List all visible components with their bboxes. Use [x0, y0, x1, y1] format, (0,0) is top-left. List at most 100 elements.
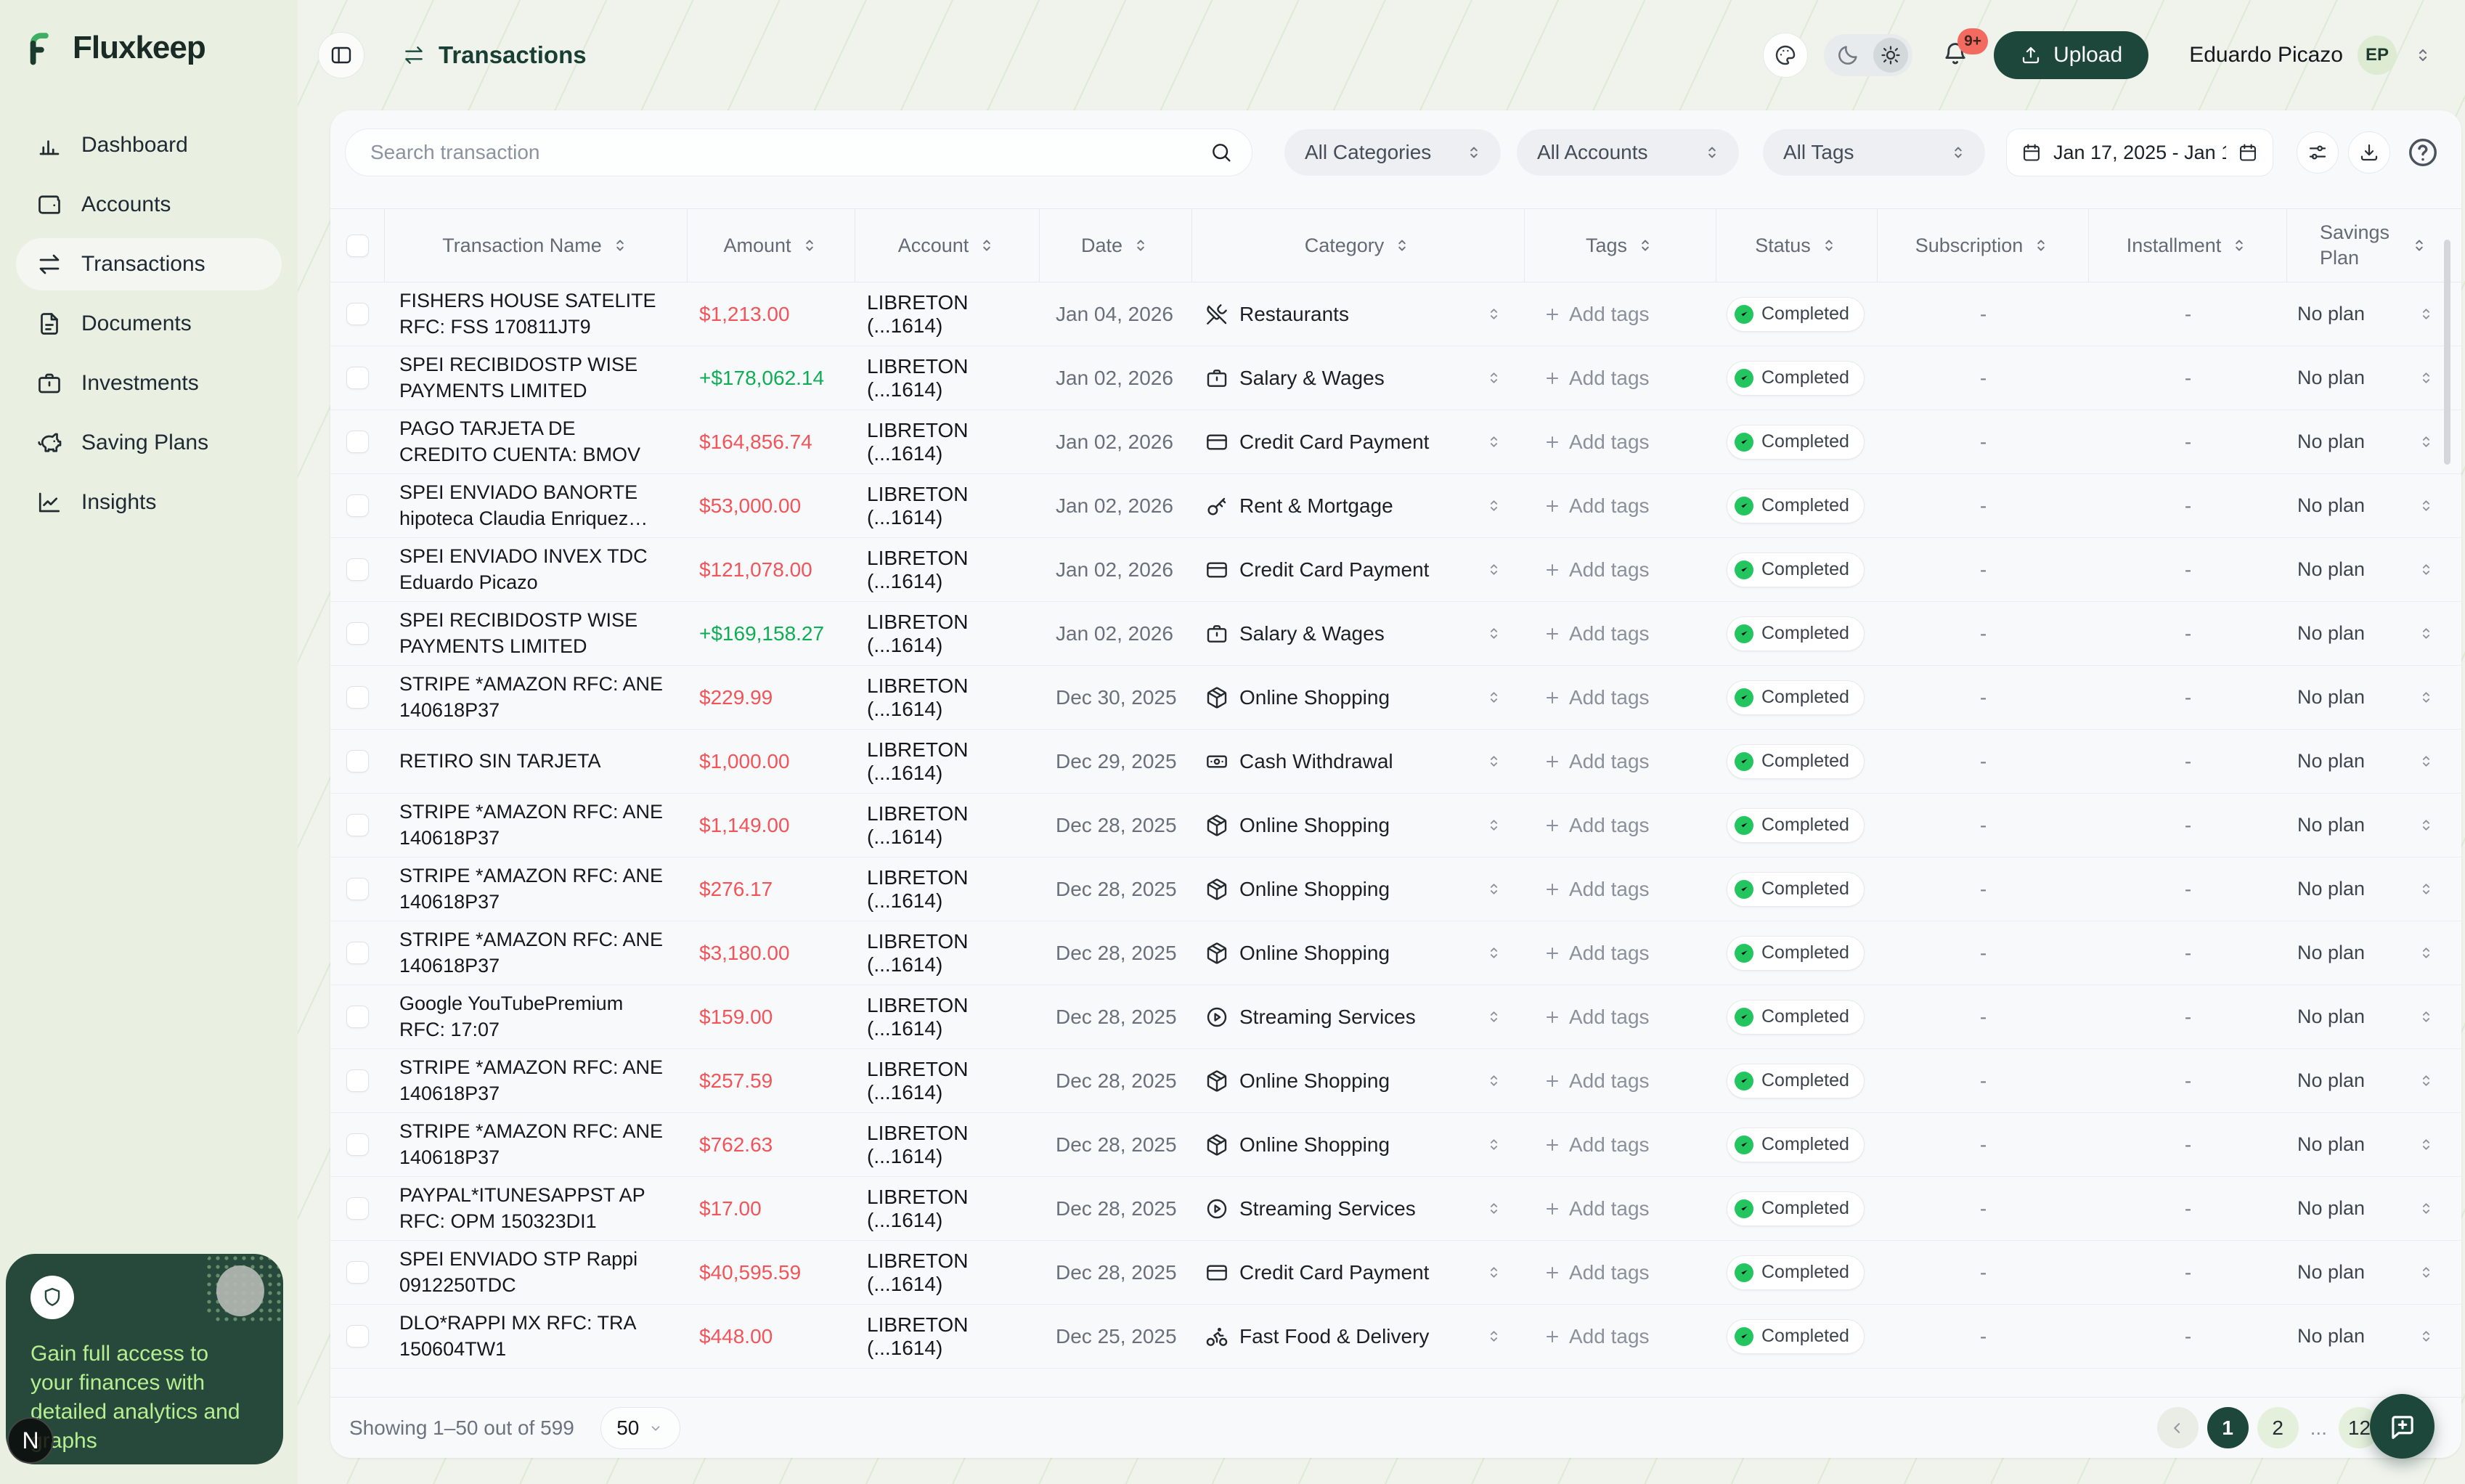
savings-plan-select[interactable]: No plan [2287, 1177, 2461, 1240]
export-download-button[interactable] [2348, 131, 2390, 174]
category-select[interactable]: Salary & Wages [1192, 602, 1525, 665]
row-checkbox[interactable] [346, 878, 369, 900]
savings-plan-select[interactable]: No plan [2287, 921, 2461, 984]
date-range-picker[interactable]: Jan 17, 2025 - Jan 16, 20... [2006, 129, 2273, 176]
previous-page-button[interactable] [2157, 1407, 2199, 1448]
sidebar-item-accounts[interactable]: Accounts [16, 179, 282, 231]
category-select[interactable]: Streaming Services [1192, 1177, 1525, 1240]
category-select[interactable]: Credit Card Payment [1192, 410, 1525, 473]
row-checkbox[interactable] [346, 942, 369, 964]
theme-palette-button[interactable] [1763, 33, 1808, 78]
column-header-status[interactable]: Status [1716, 209, 1878, 282]
savings-plan-select[interactable]: No plan [2287, 602, 2461, 665]
savings-plan-select[interactable]: No plan [2287, 538, 2461, 601]
category-select[interactable]: Streaming Services [1192, 985, 1525, 1048]
add-tags-button[interactable]: Add tags [1543, 1133, 1650, 1157]
row-checkbox[interactable] [346, 494, 369, 517]
column-header-tags[interactable]: Tags [1525, 209, 1716, 282]
search-input[interactable] [370, 141, 1210, 164]
savings-plan-select[interactable]: No plan [2287, 666, 2461, 729]
column-header-savings-plan[interactable]: Savings Plan [2287, 209, 2461, 282]
row-checkbox[interactable] [346, 367, 369, 389]
column-settings-button[interactable] [2297, 131, 2339, 174]
add-tags-button[interactable]: Add tags [1543, 814, 1650, 837]
add-tags-button[interactable]: Add tags [1543, 558, 1650, 582]
dark-light-toggle[interactable] [1824, 34, 1912, 76]
category-select[interactable]: Rent & Mortgage [1192, 474, 1525, 537]
sidebar-item-insights[interactable]: Insights [16, 476, 282, 529]
category-select[interactable]: Credit Card Payment [1192, 1241, 1525, 1304]
row-checkbox[interactable] [346, 814, 369, 836]
savings-plan-select[interactable]: No plan [2287, 794, 2461, 857]
row-checkbox[interactable] [346, 1325, 369, 1348]
category-select[interactable]: Online Shopping [1192, 794, 1525, 857]
savings-plan-select[interactable]: No plan [2287, 346, 2461, 409]
row-checkbox[interactable] [346, 1069, 369, 1092]
savings-plan-select[interactable]: No plan [2287, 1241, 2461, 1304]
add-tags-button[interactable]: Add tags [1543, 303, 1650, 326]
savings-plan-select[interactable]: No plan [2287, 1049, 2461, 1112]
dev-tools-badge[interactable]: N [7, 1417, 54, 1464]
user-menu-chevrons-icon[interactable] [2413, 45, 2433, 65]
category-select[interactable]: Online Shopping [1192, 857, 1525, 921]
category-select[interactable]: Online Shopping [1192, 921, 1525, 984]
page-button-1[interactable]: 1 [2207, 1407, 2249, 1448]
avatar[interactable]: EP [2358, 36, 2397, 75]
column-header-category[interactable]: Category [1192, 209, 1525, 282]
add-tags-button[interactable]: Add tags [1543, 494, 1650, 518]
row-checkbox[interactable] [346, 1261, 369, 1284]
column-header-transaction-name[interactable]: Transaction Name [385, 209, 688, 282]
row-checkbox[interactable] [346, 303, 369, 325]
select-all-checkbox[interactable] [346, 235, 369, 257]
tags-filter[interactable]: All Tags [1763, 129, 1985, 176]
row-checkbox[interactable] [346, 750, 369, 772]
upload-button[interactable]: Upload [1994, 31, 2148, 79]
search-icon[interactable] [1210, 141, 1233, 164]
category-select[interactable]: Online Shopping [1192, 1113, 1525, 1176]
add-tags-button[interactable]: Add tags [1543, 1069, 1650, 1093]
row-checkbox[interactable] [346, 1197, 369, 1220]
sidebar-item-saving-plans[interactable]: Saving Plans [16, 417, 282, 469]
category-select[interactable]: Restaurants [1192, 282, 1525, 346]
savings-plan-select[interactable]: No plan [2287, 474, 2461, 537]
column-header-installment[interactable]: Installment [2089, 209, 2287, 282]
category-select[interactable]: Credit Card Payment [1192, 538, 1525, 601]
categories-filter[interactable]: All Categories [1284, 129, 1501, 176]
add-tags-button[interactable]: Add tags [1543, 431, 1650, 454]
category-select[interactable]: Fast Food & Delivery [1192, 1305, 1525, 1368]
category-select[interactable]: Salary & Wages [1192, 346, 1525, 409]
row-checkbox[interactable] [346, 431, 369, 453]
row-checkbox[interactable] [346, 1133, 369, 1156]
page-size-select[interactable]: 50 [600, 1407, 680, 1449]
savings-plan-select[interactable]: No plan [2287, 410, 2461, 473]
feedback-chat-button[interactable] [2370, 1394, 2435, 1459]
scrollbar-thumb[interactable] [2444, 240, 2450, 465]
category-select[interactable]: Cash Withdrawal [1192, 730, 1525, 793]
column-header-subscription[interactable]: Subscription [1878, 209, 2089, 282]
row-checkbox[interactable] [346, 686, 369, 709]
savings-plan-select[interactable]: No plan [2287, 282, 2461, 346]
add-tags-button[interactable]: Add tags [1543, 1006, 1650, 1029]
add-tags-button[interactable]: Add tags [1543, 1197, 1650, 1220]
savings-plan-select[interactable]: No plan [2287, 1113, 2461, 1176]
category-select[interactable]: Online Shopping [1192, 1049, 1525, 1112]
add-tags-button[interactable]: Add tags [1543, 686, 1650, 709]
savings-plan-select[interactable]: No plan [2287, 857, 2461, 921]
add-tags-button[interactable]: Add tags [1543, 878, 1650, 901]
savings-plan-select[interactable]: No plan [2287, 985, 2461, 1048]
row-checkbox[interactable] [346, 622, 369, 645]
page-button-2[interactable]: 2 [2257, 1407, 2299, 1448]
sidebar-toggle-button[interactable] [318, 32, 364, 78]
category-select[interactable]: Online Shopping [1192, 666, 1525, 729]
sidebar-item-transactions[interactable]: Transactions [16, 238, 282, 290]
sidebar-item-dashboard[interactable]: Dashboard [16, 119, 282, 171]
row-checkbox[interactable] [346, 558, 369, 581]
add-tags-button[interactable]: Add tags [1543, 1261, 1650, 1284]
accounts-filter[interactable]: All Accounts [1517, 129, 1739, 176]
column-header-date[interactable]: Date [1040, 209, 1192, 282]
notifications-button[interactable]: 9+ [1942, 40, 1969, 71]
sidebar-item-documents[interactable]: Documents [16, 298, 282, 350]
add-tags-button[interactable]: Add tags [1543, 367, 1650, 390]
savings-plan-select[interactable]: No plan [2287, 1305, 2461, 1368]
row-checkbox[interactable] [346, 1006, 369, 1028]
